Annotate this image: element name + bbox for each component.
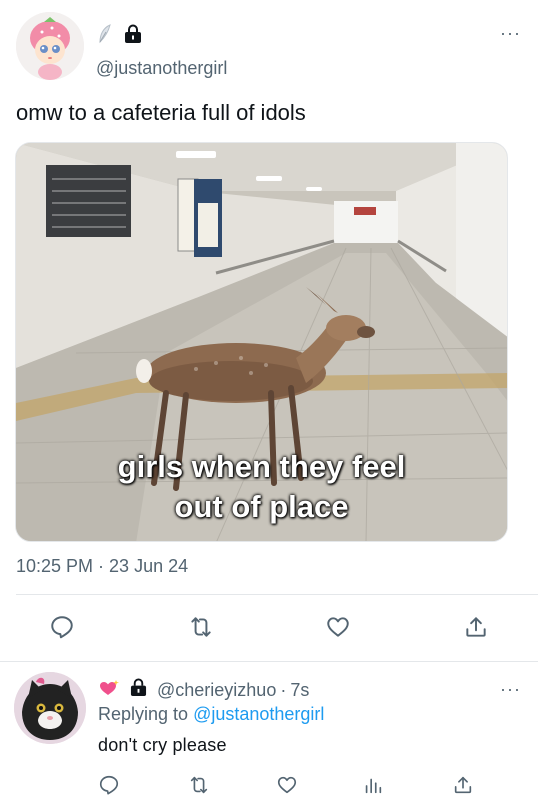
reply-actions	[0, 770, 538, 800]
tweet-image[interactable]: girls when they feel out of place	[15, 142, 508, 542]
avatar[interactable]	[14, 672, 86, 744]
analytics-icon	[365, 778, 382, 794]
tweet-actions	[0, 612, 538, 644]
reply-text: don't cry please	[98, 735, 227, 755]
like-icon	[327, 617, 349, 637]
reply-header: @cherieyizhuo · 7s	[98, 678, 309, 702]
retweet-button[interactable]	[184, 770, 214, 800]
reply-button[interactable]	[47, 612, 77, 642]
share-button[interactable]	[448, 770, 478, 800]
lock-icon	[130, 678, 147, 702]
like-button[interactable]	[272, 770, 302, 800]
more-options-icon[interactable]: ···	[500, 680, 521, 698]
share-button[interactable]	[461, 612, 491, 642]
reply-icon	[99, 775, 119, 795]
reply-button[interactable]	[94, 770, 124, 800]
replying-to-link[interactable]: @justanothergirl	[193, 704, 324, 724]
image-caption-line-2: out of place	[174, 489, 349, 524]
lock-icon	[124, 24, 142, 49]
divider	[16, 594, 538, 595]
replying-prefix: Replying to	[98, 704, 189, 724]
reply-age: 7s	[290, 679, 310, 700]
retweet-button[interactable]	[186, 612, 216, 642]
sparkling-heart-icon	[98, 679, 120, 702]
reply-icon	[51, 616, 73, 639]
reply-tweet[interactable]: @cherieyizhuo · 7s ··· Replying to @just…	[0, 662, 538, 810]
image-caption-line-1: girls when they feel	[117, 449, 406, 484]
like-icon	[277, 776, 297, 794]
share-icon	[454, 776, 472, 794]
retweet-icon	[190, 776, 208, 794]
timestamp[interactable]: 10:25 PM · 23 Jun 24	[16, 556, 188, 577]
avatar[interactable]	[16, 12, 84, 80]
like-button[interactable]	[323, 612, 353, 642]
more-options-icon[interactable]: ···	[500, 24, 521, 42]
reply-handle[interactable]: @cherieyizhuo	[157, 680, 276, 701]
badge-row	[98, 24, 142, 49]
separator: ·	[280, 679, 287, 700]
share-icon	[466, 617, 486, 637]
analytics-button[interactable]	[358, 770, 388, 800]
feather-icon	[98, 24, 112, 49]
retweet-icon	[191, 617, 211, 637]
replying-to: Replying to @justanothergirl	[98, 704, 324, 725]
tweet-text: omw to a cafeteria full of idols	[16, 100, 306, 125]
username-handle[interactable]: @justanothergirl	[96, 58, 227, 79]
